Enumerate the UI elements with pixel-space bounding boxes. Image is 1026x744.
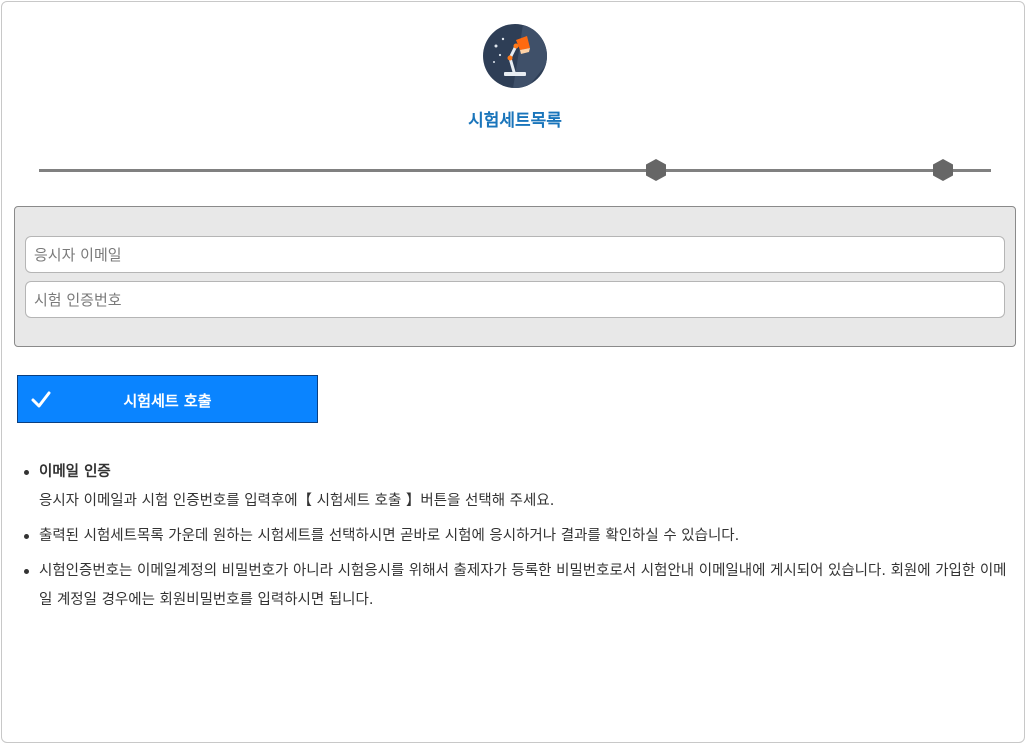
list-item-text: 출력된 시험세트목록 가운데 원하는 시험세트를 선택하시면 곧바로 시험에 응… [39, 528, 740, 544]
progress-track [39, 169, 991, 172]
progress-step-marker [644, 158, 668, 182]
email-input[interactable] [25, 236, 1005, 273]
load-test-set-button[interactable]: 시험세트 호출 [17, 375, 318, 423]
instruction-list: 이메일 인증 응시자 이메일과 시험 인증번호를 입력후에【 시험세트 호출 】… [24, 458, 1009, 621]
load-test-set-label: 시험세트 호출 [123, 392, 212, 410]
list-item-title: 이메일 인증 [39, 464, 111, 480]
list-item-text: 응시자 이메일과 시험 인증번호를 입력후에【 시험세트 호출 】버튼을 선택해… [39, 493, 555, 509]
page-frame: 시험세트목록 시험세트 호출 이메일 인증 응시자 이메일과 시험 인증번호를 … [1, 1, 1025, 743]
list-item: 출력된 시험세트목록 가운데 원하는 시험세트를 선택하시면 곧바로 시험에 응… [24, 522, 1009, 551]
list-item: 이메일 인증 응시자 이메일과 시험 인증번호를 입력후에【 시험세트 호출 】… [24, 458, 1009, 516]
page-title: 시험세트목록 [468, 111, 562, 131]
progress-step-marker [931, 158, 955, 182]
auth-code-input[interactable] [25, 281, 1005, 318]
login-form-panel [14, 206, 1016, 347]
list-item: 시험인증번호는 이메일계정의 비밀번호가 아니라 시험응시를 위해서 출제자가 … [24, 557, 1009, 615]
desk-lamp-icon [483, 24, 547, 88]
list-item-text: 시험인증번호는 이메일계정의 비밀번호가 아니라 시험응시를 위해서 출제자가 … [39, 563, 1007, 608]
